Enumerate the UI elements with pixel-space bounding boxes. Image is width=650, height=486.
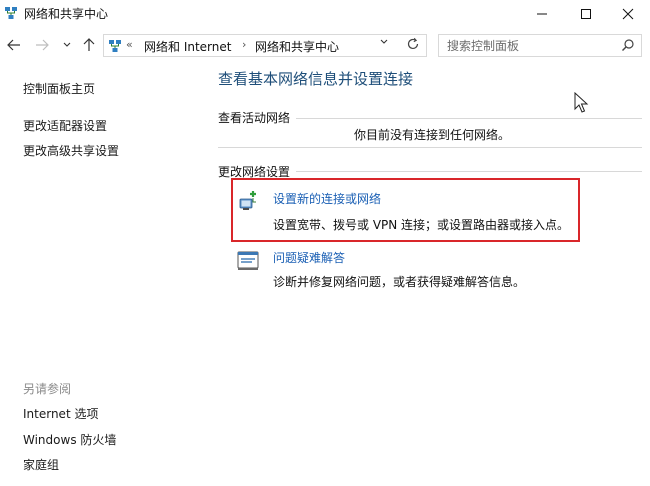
troubleshoot-description: 诊断并修复网络问题，或者获得疑难解答信息。 (273, 275, 526, 289)
breadcrumb[interactable]: « 网络和 Internet › 网络和共享中心 (103, 34, 427, 57)
breadcrumb-network-sharing-center[interactable]: 网络和共享中心 (255, 38, 339, 55)
refresh-icon (407, 37, 419, 50)
page-title: 查看基本网络信息并设置连接 (218, 70, 414, 88)
mouse-cursor-icon (574, 92, 589, 113)
see-also-heading: 另请参阅 (23, 382, 72, 396)
troubleshoot-icon[interactable] (236, 249, 260, 273)
sidebar-item-internet-options[interactable]: Internet 选项 (23, 405, 98, 422)
arrow-left-icon (7, 39, 20, 51)
minimize-icon (537, 13, 547, 15)
address-dropdown-button[interactable] (380, 38, 388, 48)
network-center-icon (5, 7, 17, 19)
chevron-down-icon (380, 39, 388, 44)
maximize-button[interactable] (564, 0, 608, 28)
forward-button[interactable] (33, 36, 51, 54)
sidebar-item-adapter-settings[interactable]: 更改适配器设置 (23, 117, 107, 134)
network-center-icon (109, 40, 121, 52)
sidebar-item-homegroup[interactable]: 家庭组 (23, 456, 59, 473)
close-icon (622, 8, 634, 20)
search-icon[interactable] (621, 38, 635, 52)
refresh-button[interactable] (406, 37, 420, 55)
close-button[interactable] (606, 0, 650, 28)
sidebar-item-control-panel-home[interactable]: 控制面板主页 (23, 80, 95, 97)
no-connection-text: 你目前没有连接到任何网络。 (354, 128, 511, 142)
section-divider (296, 118, 642, 119)
up-button[interactable] (80, 36, 98, 54)
recent-locations-button[interactable] (58, 36, 76, 54)
section-divider (218, 147, 642, 148)
troubleshoot-link[interactable]: 问题疑难解答 (273, 249, 345, 266)
search-box[interactable] (438, 34, 642, 57)
breadcrumb-overflow[interactable]: « (126, 38, 133, 51)
breadcrumb-separator[interactable]: › (242, 38, 246, 51)
breadcrumb-network-internet[interactable]: 网络和 Internet (144, 38, 231, 55)
maximize-icon (581, 9, 591, 19)
back-button[interactable] (5, 36, 23, 54)
minimize-button[interactable] (520, 0, 564, 28)
section-divider (296, 171, 642, 172)
arrow-right-icon (36, 39, 49, 51)
highlight-box (231, 178, 580, 242)
title-bar: 网络和共享中心 (0, 0, 650, 28)
address-bar: « 网络和 Internet › 网络和共享中心 (0, 30, 650, 60)
active-networks-heading: 查看活动网络 (218, 111, 291, 125)
chevron-down-icon (63, 42, 71, 47)
sidebar-item-advanced-sharing[interactable]: 更改高级共享设置 (23, 142, 119, 159)
search-input[interactable] (447, 37, 617, 55)
arrow-up-icon (83, 38, 95, 51)
window-title: 网络和共享中心 (24, 7, 109, 21)
sidebar-item-windows-firewall[interactable]: Windows 防火墙 (23, 431, 116, 448)
